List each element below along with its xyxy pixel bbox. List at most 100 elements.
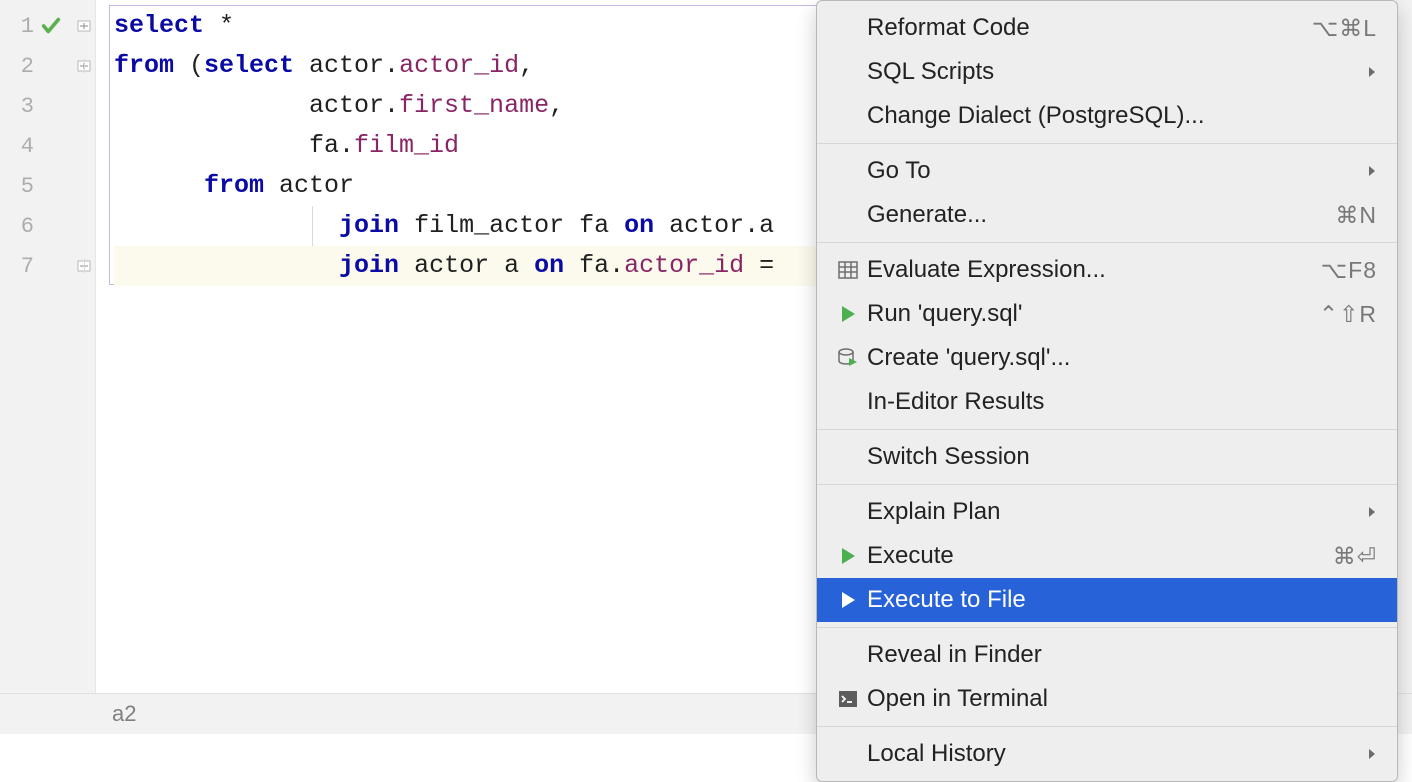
menu-shortcut: ⌘⏎ (1333, 543, 1377, 570)
gutter-line: 3 (0, 86, 95, 126)
menu-separator (817, 484, 1397, 485)
line-number: 6 (0, 214, 38, 239)
code-token: from (114, 51, 174, 80)
line-number: 7 (0, 254, 38, 279)
menu-item-explain-plan[interactable]: Explain Plan (817, 490, 1397, 534)
menu-item-reveal-in-finder[interactable]: Reveal in Finder (817, 633, 1397, 677)
gutter-line: 6 (0, 206, 95, 246)
menu-separator (817, 627, 1397, 628)
gutter-line: 7 (0, 246, 95, 286)
menu-separator (817, 242, 1397, 243)
menu-label: In-Editor Results (865, 388, 1377, 416)
menu-label: Local History (865, 740, 1359, 768)
chevron-right-icon (1359, 164, 1377, 178)
code-token (114, 251, 339, 280)
code-token: join (339, 211, 399, 240)
menu-item-switch-session[interactable]: Switch Session (817, 435, 1397, 479)
right-margin-strip (1396, 0, 1412, 694)
menu-shortcut: ⌘N (1335, 202, 1377, 229)
code-token: = (744, 251, 774, 280)
gutter-line: 4 (0, 126, 95, 166)
menu-label: Change Dialect (PostgreSQL)... (865, 102, 1377, 130)
code-token: from (204, 171, 264, 200)
code-token: fa. (114, 131, 354, 160)
menu-item-sql-scripts[interactable]: SQL Scripts (817, 50, 1397, 94)
menu-shortcut: ⌥⌘L (1312, 15, 1377, 42)
line-number: 1 (0, 14, 38, 39)
line-number: 2 (0, 54, 38, 79)
menu-label: Open in Terminal (865, 685, 1377, 713)
code-token: select (114, 11, 204, 40)
menu-label: SQL Scripts (865, 58, 1359, 86)
line-number: 4 (0, 134, 38, 159)
code-token: , (519, 51, 534, 80)
menu-separator (817, 429, 1397, 430)
menu-item-in-editor-results[interactable]: In-Editor Results (817, 380, 1397, 424)
menu-item-execute[interactable]: Execute⌘⏎ (817, 534, 1397, 578)
menu-item-create-query-sql[interactable]: Create 'query.sql'... (817, 336, 1397, 380)
code-token: film_actor fa (399, 211, 624, 240)
menu-label: Generate... (865, 201, 1335, 229)
code-token: on (534, 251, 564, 280)
code-token: select (204, 51, 294, 80)
play-icon (831, 304, 865, 324)
menu-item-change-dialect-postgresql[interactable]: Change Dialect (PostgreSQL)... (817, 94, 1397, 138)
fold-region[interactable] (73, 59, 95, 73)
code-token: * (204, 11, 234, 40)
menu-separator (817, 726, 1397, 727)
menu-label: Reformat Code (865, 14, 1312, 42)
code-token: ( (174, 51, 204, 80)
menu-label: Go To (865, 157, 1359, 185)
menu-item-execute-to-file[interactable]: Execute to File (817, 578, 1397, 622)
dbplay-icon (831, 347, 865, 369)
menu-label: Execute to File (865, 586, 1377, 614)
play-icon (831, 590, 865, 610)
menu-item-go-to[interactable]: Go To (817, 149, 1397, 193)
menu-label: Reveal in Finder (865, 641, 1377, 669)
menu-shortcut: ⌥F8 (1321, 257, 1377, 284)
menu-label: Switch Session (865, 443, 1377, 471)
menu-separator (817, 143, 1397, 144)
fold-region[interactable] (73, 19, 95, 33)
fold-collapse-icon[interactable] (77, 19, 91, 33)
code-token: , (549, 91, 564, 120)
code-token: film_id (354, 131, 459, 160)
gutter-line: 1 (0, 6, 95, 46)
code-token (114, 171, 204, 200)
code-token: actor (264, 171, 354, 200)
code-token: actor.a (654, 211, 774, 240)
code-token: join (339, 251, 399, 280)
menu-label: Explain Plan (865, 498, 1359, 526)
menu-item-evaluate-expression[interactable]: Evaluate Expression...⌥F8 (817, 248, 1397, 292)
code-token: actor_id (624, 251, 744, 280)
menu-label: Run 'query.sql' (865, 300, 1319, 328)
code-token: on (624, 211, 654, 240)
code-token: actor. (294, 51, 399, 80)
menu-item-reformat-code[interactable]: Reformat Code⌥⌘L (817, 6, 1397, 50)
menu-label: Evaluate Expression... (865, 256, 1321, 284)
context-menu: Reformat Code⌥⌘L SQL Scripts Change Dialec… (816, 0, 1398, 782)
menu-item-generate[interactable]: Generate...⌘N (817, 193, 1397, 237)
play-icon (831, 546, 865, 566)
chevron-right-icon (1359, 65, 1377, 79)
code-token: first_name (399, 91, 549, 120)
code-token: actor. (114, 91, 399, 120)
menu-shortcut: ⌃⇧R (1319, 301, 1377, 328)
check-icon (38, 15, 64, 37)
menu-item-run-query-sql[interactable]: Run 'query.sql'⌃⇧R (817, 292, 1397, 336)
fold-region[interactable] (73, 259, 95, 273)
code-token: fa. (564, 251, 624, 280)
code-token: actor_id (399, 51, 519, 80)
menu-item-local-history[interactable]: Local History (817, 732, 1397, 776)
terminal-icon (831, 688, 865, 710)
chevron-right-icon (1359, 505, 1377, 519)
status-text: a2 (112, 701, 136, 727)
menu-label: Create 'query.sql'... (865, 344, 1377, 372)
code-token: actor a (399, 251, 534, 280)
code-token (114, 211, 339, 240)
menu-item-open-in-terminal[interactable]: Open in Terminal (817, 677, 1397, 721)
gutter-line: 5 (0, 166, 95, 206)
chevron-right-icon (1359, 747, 1377, 761)
editor-gutter: 1 2 3 4 5 6 7 (0, 0, 96, 734)
line-number: 3 (0, 94, 38, 119)
